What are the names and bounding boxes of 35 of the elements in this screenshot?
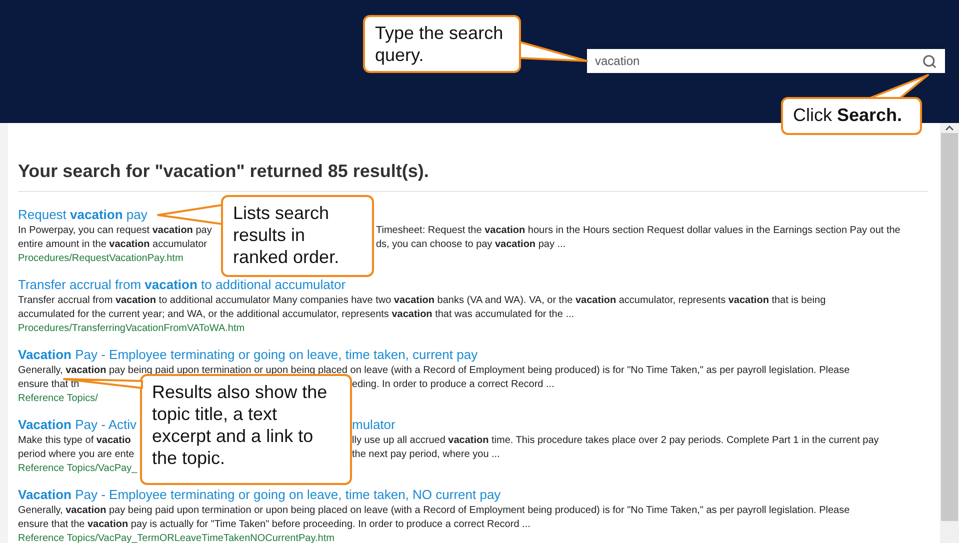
callout-note: Type the search query.: [363, 15, 521, 73]
topic-path-link[interactable]: Procedures/RequestVacationPay.htm: [18, 252, 184, 266]
callout-note: Lists search results in ranked order.: [221, 195, 374, 277]
result-excerpt: entire amount in the vacation accumulator: [18, 238, 207, 252]
result-excerpt: ensure that th: [18, 378, 80, 392]
result-excerpt: Generally, vacation pay being paid upon termination or upon being placed on leave (with a Record of Employment being produced) is for "No Time Taken," as per payroll legislation. Please: [18, 365, 850, 376]
result-excerpt: accumulated for the current year; and WA, or the additional accumulator, represents vacation that was accumulated for the ...: [18, 309, 574, 320]
result-title-link[interactable]: mulator: [352, 415, 396, 434]
result-title-link[interactable]: Transfer accrual from vacation to additional accumulator: [18, 277, 346, 292]
result-excerpt: Make this type of vacatio: [18, 434, 131, 448]
topic-path-link[interactable]: Reference Topics/VacPay_TermORLeaveTimeTakenNOCurrentPay.htm: [18, 532, 334, 543]
result-title-link[interactable]: Vacation Pay - Employee terminating or going on leave, time taken, current pay: [18, 347, 478, 362]
result-excerpt: In Powerpay, you can request vacation pay: [18, 224, 212, 238]
callout-pointer: [519, 41, 588, 62]
callout-note: Results also show the topic title, a text excerpt and a link to the topic.: [140, 374, 352, 485]
result-excerpt: lly use up all accrued vacation time. This procedure takes place over 2 pay periods. Complete Part 1 in the current pay: [352, 434, 879, 448]
callout-pointer: [157, 204, 223, 225]
results-heading: Your search for "vacation" returned 85 result(s).: [18, 161, 928, 192]
search-input[interactable]: vacation: [595, 54, 920, 68]
result-title-link[interactable]: Vacation Pay - Employee terminating or going on leave, time taken, NO current pay: [18, 487, 501, 502]
result-excerpt: Generally, vacation pay being paid upon termination or upon being placed on leave (with a Record of Employment being produced) is for "No Time Taken," as per payroll legislation. Please: [18, 505, 850, 516]
topic-path-link[interactable]: Reference Topics/: [18, 392, 98, 406]
topic-path-link[interactable]: Reference Topics/VacPay_: [18, 462, 138, 476]
result-excerpt: the next pay period, where you ...: [352, 448, 500, 462]
result-excerpt: Transfer accrual from vacation to additional accumulator Many companies have two vacation banks (VA and WA). VA, or the vacation accumulator, represents vacation that is being: [18, 295, 826, 306]
result-excerpt: period where you are ente: [18, 448, 134, 462]
result-title-link[interactable]: Vacation Pay - Activ: [18, 415, 136, 434]
result-title-link[interactable]: Request vacation pay: [18, 207, 148, 222]
result-excerpt: ensure that the vacation pay is actually for "Time Taken" before proceeding. In order to produce a correct Record ...: [18, 519, 530, 530]
callout-pointer: [869, 74, 929, 99]
topic-path-link[interactable]: Procedures/TransferringVacationFromVAToWA.htm: [18, 322, 245, 336]
result-excerpt: ds, you can choose to pay vacation pay ...: [376, 238, 566, 252]
result-excerpt: Timesheet: Request the vacation hours in the Hours section Request dollar values in the Earnings section Pay out the: [376, 224, 900, 238]
result-excerpt: eding. In order to produce a correct Record ...: [352, 378, 554, 392]
scroll-up-icon[interactable]: [945, 125, 954, 131]
